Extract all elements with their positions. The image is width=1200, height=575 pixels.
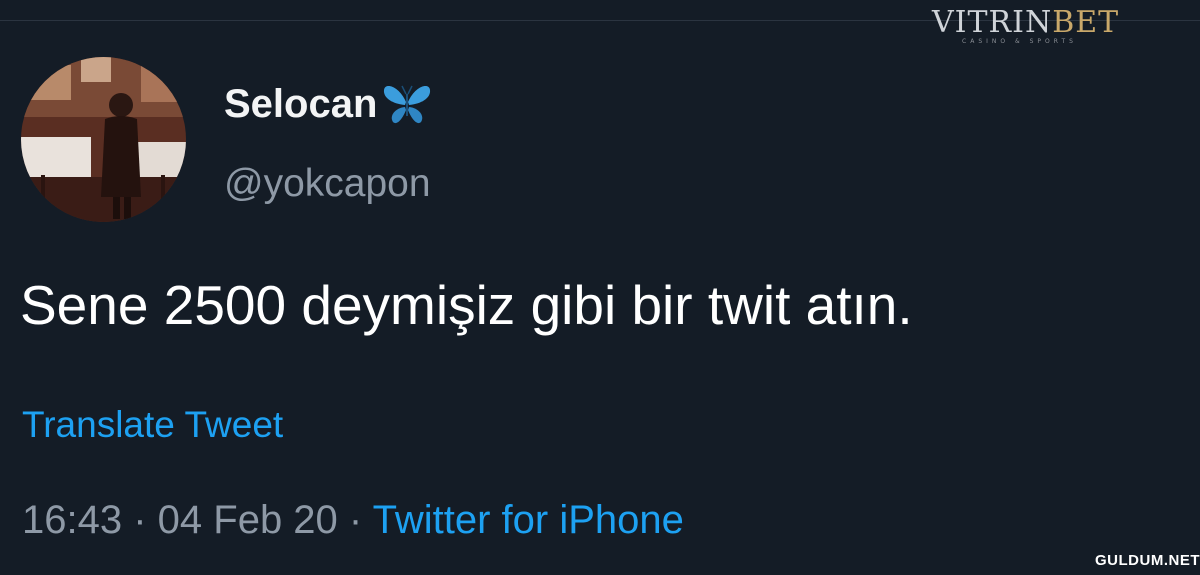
watermark-brand: VITRINBET: [932, 5, 1118, 40]
tweet-meta: 16:43 · 04 Feb 20 · Twitter for iPhone: [22, 495, 684, 545]
avatar[interactable]: [21, 57, 186, 222]
watermark-brand-part1: VITRIN: [932, 5, 1053, 40]
site-watermark: GULDUM.NET: [1095, 552, 1200, 569]
tweet-time: 16:43: [22, 498, 123, 542]
translate-tweet-link[interactable]: Translate Tweet: [22, 402, 283, 448]
display-name[interactable]: Selocan: [224, 80, 433, 128]
meta-separator: ·: [122, 498, 158, 542]
meta-separator: ·: [337, 498, 373, 542]
avatar-photo: [21, 57, 186, 222]
tweet-date: 04 Feb 20: [157, 498, 338, 542]
user-handle[interactable]: @yokcapon: [224, 160, 431, 208]
display-name-text: Selocan: [224, 82, 378, 126]
tweet-text: Sene 2500 deymişiz gibi bir twit atın.: [20, 274, 913, 336]
butterfly-icon: [381, 80, 433, 128]
tweet-source-link[interactable]: Twitter for iPhone: [373, 498, 684, 542]
vitrinbet-watermark-logo: VITRINBET CASINO & SPORTS: [932, 5, 1118, 46]
watermark-brand-part2: BET: [1052, 5, 1120, 40]
